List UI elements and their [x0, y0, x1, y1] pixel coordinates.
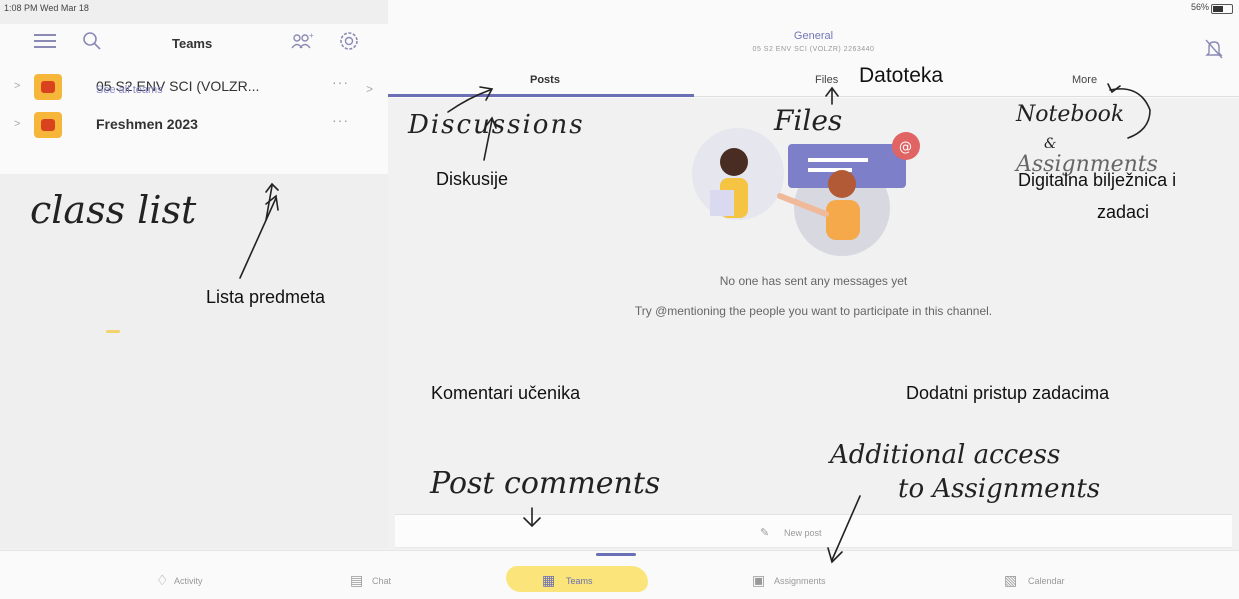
- label-lista-predmeta: Lista predmeta: [206, 287, 326, 307]
- annotation-notebook: Notebook: [1016, 102, 1125, 127]
- ipad-screen: 1:08 PM Wed Mar 18 Teams + > 05 S2 ENV S…: [0, 0, 1239, 599]
- annotation-files: Files: [774, 104, 843, 137]
- annotation-post-comments: Post comments: [430, 466, 661, 501]
- annotation-discussions: Discussions: [408, 110, 585, 140]
- annotation-additional-1: Additional access: [830, 440, 1061, 470]
- label-dodatni: Dodatni pristup zadacima: [906, 383, 1110, 403]
- label-biljeznica-1: Digitalna bilježnica i: [1018, 170, 1177, 190]
- label-komentari: Komentari učenika: [431, 383, 581, 403]
- label-datoteka: Datoteka: [859, 64, 944, 87]
- label-diskusije: Diskusije: [436, 169, 509, 189]
- label-biljeznica-2: zadaci: [1097, 202, 1150, 222]
- annotation-and: &: [1044, 136, 1057, 152]
- annotation-arrows: [239, 83, 1151, 564]
- annotation-additional-2: to Assignments: [898, 474, 1101, 504]
- annotation-class-list: class list: [30, 188, 197, 232]
